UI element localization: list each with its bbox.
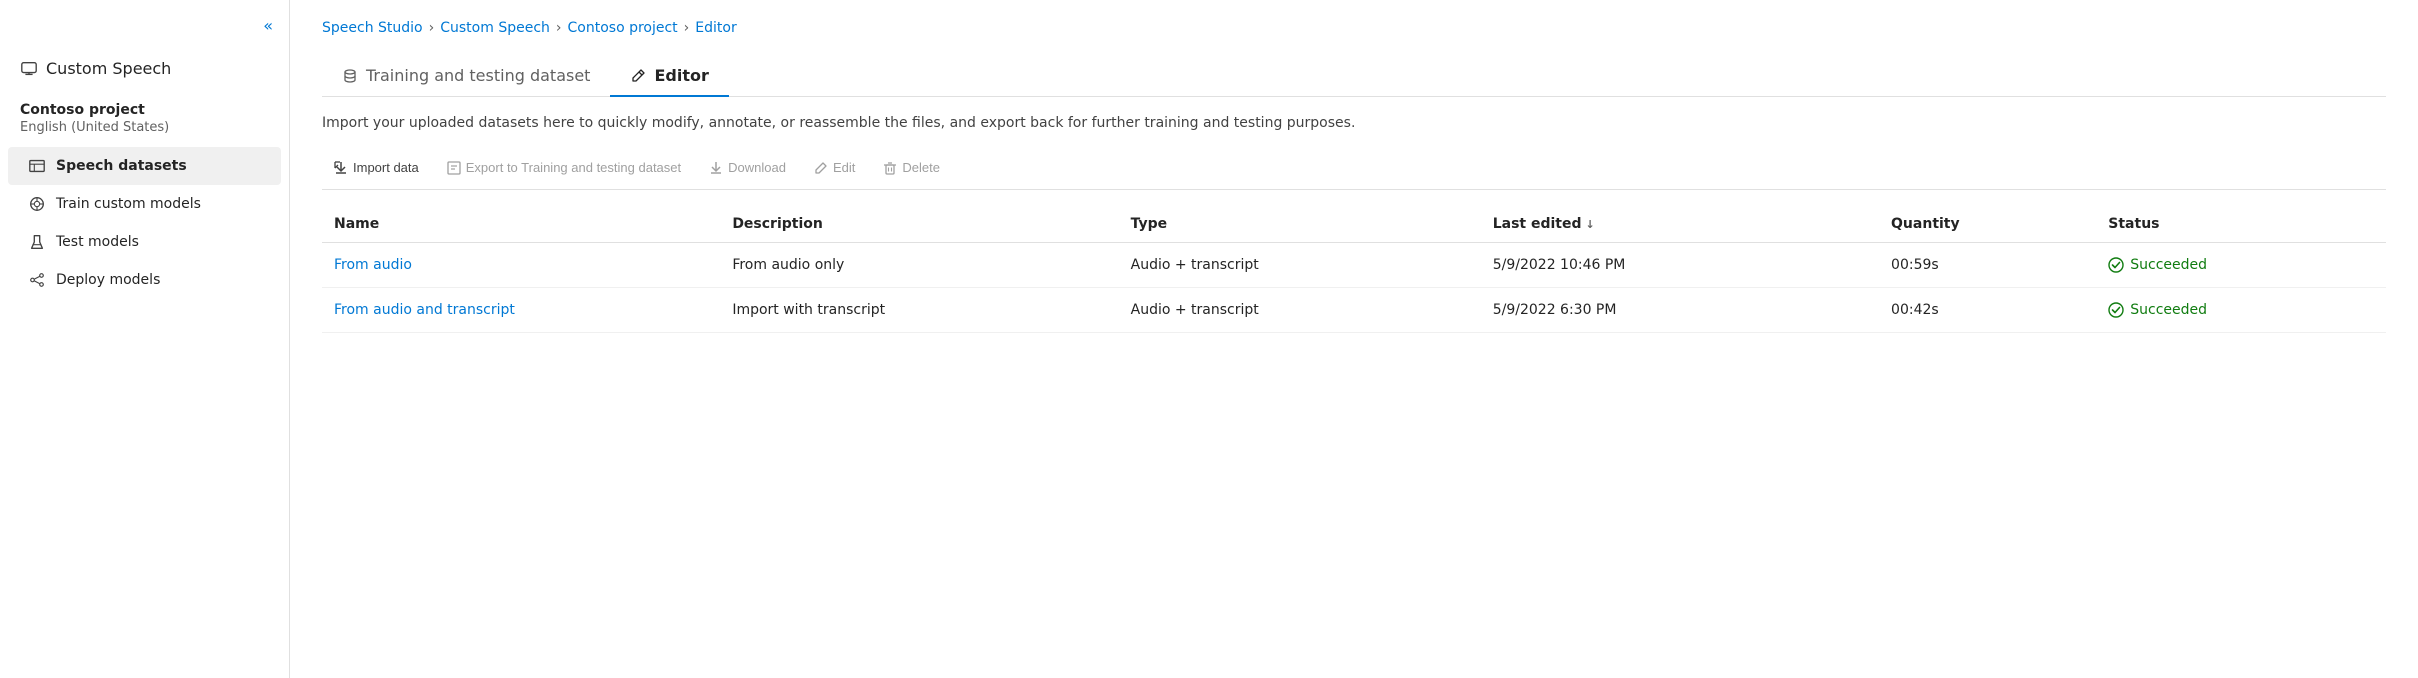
row2-quantity: 00:42s: [1879, 288, 2096, 333]
th-quantity: Quantity: [1879, 206, 2096, 243]
project-language: English (United States): [0, 120, 289, 147]
success-icon-2: [2108, 302, 2124, 318]
sidebar-label-deploy: Deploy models: [56, 272, 160, 288]
download-icon: [709, 161, 723, 175]
main-content: Speech Studio › Custom Speech › Contoso …: [290, 0, 2418, 678]
edit-icon: [814, 161, 828, 175]
breadcrumb-sep-1: ›: [429, 20, 435, 36]
th-status: Status: [2096, 206, 2386, 243]
delete-label: Delete: [902, 160, 940, 175]
test-icon: [28, 233, 46, 251]
sidebar: « Custom Speech Contoso project English …: [0, 0, 290, 678]
train-icon: [28, 195, 46, 213]
export-label: Export to Training and testing dataset: [466, 160, 681, 175]
sort-down-icon: ↓: [1586, 218, 1595, 231]
sidebar-label-test: Test models: [56, 234, 139, 250]
deploy-icon: [28, 271, 46, 289]
download-label: Download: [728, 160, 786, 175]
th-description: Description: [720, 206, 1118, 243]
success-icon: [2108, 257, 2124, 273]
breadcrumb: Speech Studio › Custom Speech › Contoso …: [322, 20, 2386, 36]
row2-description: Import with transcript: [720, 288, 1118, 333]
breadcrumb-speech-studio[interactable]: Speech Studio: [322, 20, 423, 36]
table-row: From audio and transcript Import with tr…: [322, 288, 2386, 333]
delete-button[interactable]: Delete: [871, 154, 952, 181]
table-header: Name Description Type Last edited ↓ Quan…: [322, 206, 2386, 243]
collapse-icon[interactable]: «: [263, 16, 273, 35]
tab-editor[interactable]: Editor: [610, 56, 728, 97]
page-description: Import your uploaded datasets here to qu…: [322, 113, 2386, 134]
row2-name: From audio and transcript: [322, 288, 720, 333]
tabs-container: Training and testing dataset Editor: [322, 56, 2386, 97]
sidebar-item-train-custom-models[interactable]: Train custom models: [8, 185, 281, 223]
trash-icon: [883, 161, 897, 175]
th-name: Name: [322, 206, 720, 243]
toolbar: Import data Export to Training and testi…: [322, 154, 2386, 190]
edit-label: Edit: [833, 160, 855, 175]
database-icon: [342, 68, 358, 84]
row1-name: From audio: [322, 243, 720, 288]
row1-status: Succeeded: [2096, 243, 2386, 288]
sidebar-app-title: Custom Speech: [0, 51, 289, 98]
breadcrumb-sep-2: ›: [556, 20, 562, 36]
row1-type: Audio + transcript: [1119, 243, 1481, 288]
download-button[interactable]: Download: [697, 154, 798, 181]
sidebar-collapse-area: «: [0, 16, 289, 51]
breadcrumb-contoso-project[interactable]: Contoso project: [568, 20, 678, 36]
sidebar-item-speech-datasets[interactable]: Speech datasets: [8, 147, 281, 185]
table-row: From audio From audio only Audio + trans…: [322, 243, 2386, 288]
breadcrumb-custom-speech[interactable]: Custom Speech: [440, 20, 550, 36]
tab-training-testing[interactable]: Training and testing dataset: [322, 56, 610, 97]
import-data-label: Import data: [353, 160, 419, 175]
sidebar-label-speech-datasets: Speech datasets: [56, 158, 187, 174]
row2-status: Succeeded: [2096, 288, 2386, 333]
pencil-icon: [630, 68, 646, 84]
row1-description: From audio only: [720, 243, 1118, 288]
tab-editor-label: Editor: [654, 66, 708, 85]
export-icon: [447, 161, 461, 175]
table-body: From audio From audio only Audio + trans…: [322, 243, 2386, 333]
breadcrumb-editor[interactable]: Editor: [695, 20, 736, 36]
row2-type: Audio + transcript: [1119, 288, 1481, 333]
th-type: Type: [1119, 206, 1481, 243]
row2-last-edited: 5/9/2022 6:30 PM: [1481, 288, 1879, 333]
edit-button[interactable]: Edit: [802, 154, 867, 181]
import-data-button[interactable]: Import data: [322, 154, 431, 181]
row1-last-edited: 5/9/2022 10:46 PM: [1481, 243, 1879, 288]
row1-name-link[interactable]: From audio: [334, 257, 412, 273]
row1-status-text: Succeeded: [2130, 257, 2207, 273]
sidebar-label-train: Train custom models: [56, 196, 201, 212]
data-table: Name Description Type Last edited ↓ Quan…: [322, 206, 2386, 333]
speech-icon: [20, 60, 38, 78]
datasets-icon: [28, 157, 46, 175]
row2-name-link[interactable]: From audio and transcript: [334, 302, 515, 318]
export-button[interactable]: Export to Training and testing dataset: [435, 154, 693, 181]
row1-quantity: 00:59s: [1879, 243, 2096, 288]
sidebar-title-text: Custom Speech: [46, 59, 171, 78]
breadcrumb-sep-3: ›: [684, 20, 690, 36]
th-last-edited[interactable]: Last edited ↓: [1481, 206, 1879, 243]
tab-training-label: Training and testing dataset: [366, 66, 590, 85]
sidebar-item-deploy-models[interactable]: Deploy models: [8, 261, 281, 299]
row2-status-text: Succeeded: [2130, 302, 2207, 318]
project-name: Contoso project: [0, 98, 289, 120]
sidebar-item-test-models[interactable]: Test models: [8, 223, 281, 261]
import-icon: [334, 161, 348, 175]
